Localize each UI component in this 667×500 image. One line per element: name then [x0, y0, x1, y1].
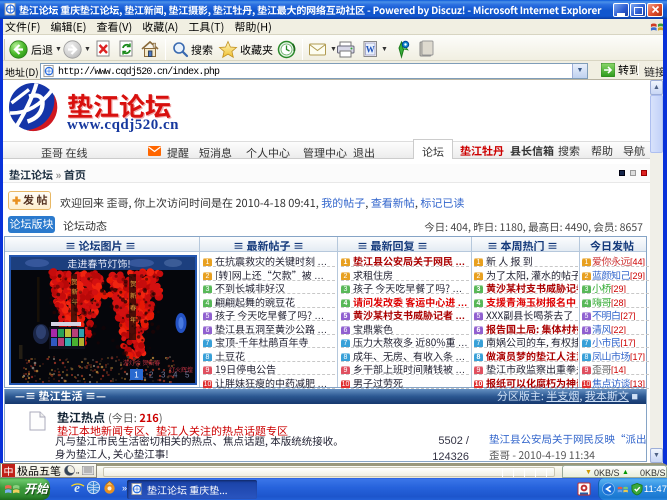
svg-text:贺: 贺 [71, 276, 78, 286]
svg-text:2: 2 [149, 371, 154, 380]
svg-text:3: 3 [161, 371, 166, 380]
svg-text:年: 年 [130, 314, 137, 324]
svg-text:1: 1 [134, 371, 139, 380]
svg-text:5: 5 [185, 371, 190, 380]
svg-text:4: 4 [173, 371, 178, 380]
svg-text:游灯会 贺新春: 游灯会 贺新春 [123, 358, 160, 367]
svg-text:走进春节灯饰!: 走进春节灯饰! [67, 257, 130, 271]
svg-text:e: e [74, 480, 80, 495]
svg-text:新: 新 [130, 290, 137, 300]
svg-text:W: W [366, 45, 375, 55]
